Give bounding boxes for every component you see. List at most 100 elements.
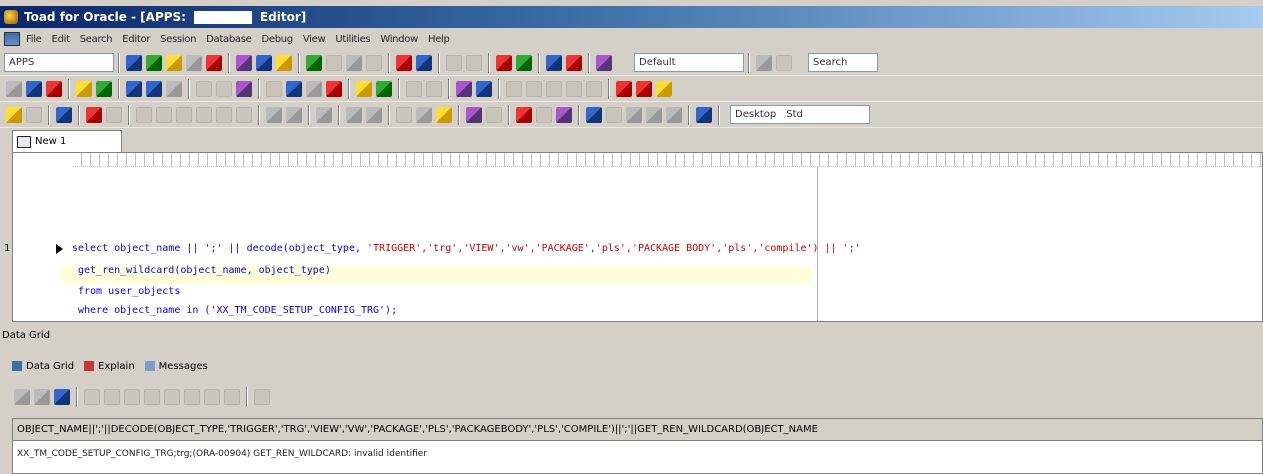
menu-debug[interactable]: Debug — [261, 34, 293, 45]
connection-combo[interactable]: APPS — [4, 53, 114, 72]
desktop-icon[interactable] — [696, 106, 712, 123]
menu-database[interactable]: Database — [206, 34, 252, 45]
sync-icon[interactable] — [376, 80, 392, 97]
comment-icon[interactable] — [646, 106, 662, 123]
search-combo[interactable]: Search — [808, 53, 878, 72]
menu-edit[interactable]: Edit — [52, 34, 70, 45]
result-grid[interactable]: OBJECT_NAME||';'||DECODE(OBJECT_TYPE,'TR… — [12, 418, 1263, 474]
session-browser-icon[interactable] — [186, 54, 202, 71]
dbms-output-icon[interactable] — [316, 106, 332, 123]
disabled-icon — [486, 106, 502, 123]
run-script-icon[interactable] — [496, 54, 512, 71]
grid-settings-icon[interactable] — [54, 389, 70, 405]
sql-editor-icon[interactable] — [146, 54, 162, 71]
sql-editor[interactable] — [12, 152, 1263, 322]
commit-icon[interactable] — [206, 54, 222, 71]
disabled-icon — [196, 80, 212, 97]
evaluate-icon[interactable] — [286, 106, 302, 123]
grid-nav-prev-icon[interactable] — [34, 389, 50, 405]
tab-data-grid[interactable]: Data Grid — [12, 361, 74, 372]
window-title-bar[interactable]: Toad for Oracle - [APPS: Editor] — [0, 6, 1263, 28]
toolbar-row-1: APPS Default Search — [0, 50, 1263, 76]
uncomment-icon[interactable] — [666, 106, 682, 123]
undo-icon[interactable] — [46, 80, 62, 97]
forward-icon[interactable] — [566, 54, 582, 71]
code-line-2[interactable]: get_ren_wildcard(object_name, object_typ… — [78, 262, 331, 280]
toolbar-row-2 — [0, 76, 1263, 102]
flag-icon[interactable] — [516, 106, 532, 123]
rollback-icon[interactable] — [396, 54, 412, 71]
disabled-icon — [84, 389, 100, 405]
step-icon[interactable] — [56, 106, 72, 123]
schema-browser-icon[interactable] — [126, 54, 142, 71]
open-file-icon[interactable] — [76, 80, 92, 97]
separator — [388, 52, 390, 73]
case-icon[interactable] — [626, 106, 642, 123]
table-row[interactable]: XX_TM_CODE_SETUP_CONFIG_TRG;trg;(ORA-009… — [13, 445, 1262, 463]
trace-icon[interactable] — [346, 106, 362, 123]
menu-search[interactable]: Search — [80, 34, 113, 45]
sql-icon[interactable] — [456, 80, 472, 97]
code-line-4[interactable]: where object_name in ('XX_TM_CODE_SETUP_… — [78, 302, 397, 320]
indent-icon[interactable] — [416, 106, 432, 123]
cancel-icon[interactable] — [636, 80, 652, 97]
code-line-3[interactable]: from user_objects — [78, 283, 180, 301]
menu-help[interactable]: Help — [428, 34, 450, 45]
menu-editor[interactable]: Editor — [122, 34, 150, 45]
window-icon[interactable] — [476, 80, 492, 97]
menu-view[interactable]: View — [303, 34, 326, 45]
tab-messages[interactable]: Messages — [144, 361, 208, 372]
menu-session[interactable]: Session — [160, 34, 196, 45]
load-icon[interactable] — [96, 80, 112, 97]
grid-column-header[interactable]: OBJECT_NAME||';'||DECODE(OBJECT_TYPE,'TR… — [13, 419, 1262, 441]
code-line-1[interactable]: select object_name || ';' || decode(obje… — [72, 240, 861, 258]
document-icon[interactable] — [4, 32, 20, 46]
menu-utilities[interactable]: Utilities — [335, 34, 370, 45]
debug-icon[interactable] — [326, 80, 342, 97]
refresh-icon[interactable] — [586, 106, 602, 123]
grid-nav-first-icon[interactable] — [14, 389, 30, 405]
grid-icon — [12, 361, 22, 371]
clear-icon[interactable] — [166, 80, 182, 97]
desktop-combo[interactable]: Desktop Std — [730, 105, 870, 124]
run-statement-icon[interactable] — [516, 54, 532, 71]
open-icon[interactable] — [26, 80, 42, 97]
tools-icon[interactable] — [276, 54, 292, 71]
tab-new-1[interactable]: New 1 — [12, 130, 122, 152]
back-icon[interactable] — [546, 54, 562, 71]
connection-combo-value: APPS — [9, 57, 35, 68]
save-as-icon[interactable] — [146, 80, 162, 97]
print-icon[interactable] — [346, 54, 362, 71]
menu-window[interactable]: Window — [380, 34, 418, 45]
disabled-icon — [216, 80, 232, 97]
separator — [68, 78, 70, 99]
help-icon[interactable] — [596, 54, 612, 71]
new-icon[interactable] — [6, 80, 22, 97]
bookmark-icon[interactable] — [656, 80, 672, 97]
profiler-icon[interactable] — [366, 106, 382, 123]
layout-combo[interactable]: Default — [634, 53, 744, 72]
table-icon[interactable] — [256, 54, 272, 71]
compare-icon[interactable] — [356, 80, 372, 97]
stop-icon[interactable] — [616, 80, 632, 97]
reconnect-icon[interactable] — [416, 54, 432, 71]
separator — [608, 78, 610, 99]
execute-icon[interactable] — [6, 106, 22, 123]
configure-icon[interactable] — [756, 54, 772, 71]
tab-explain[interactable]: Explain — [84, 361, 135, 372]
procedure-editor-icon[interactable] — [166, 54, 182, 71]
export-icon[interactable] — [306, 54, 322, 71]
format-icon[interactable] — [236, 80, 252, 97]
menu-file[interactable]: File — [26, 34, 42, 45]
grid-icon[interactable] — [286, 80, 302, 97]
watch-icon[interactable] — [266, 106, 282, 123]
disabled-icon — [184, 389, 200, 405]
code-insight-icon[interactable] — [466, 106, 482, 123]
describe-icon[interactable] — [306, 80, 322, 97]
save-icon[interactable] — [126, 80, 142, 97]
folder-icon[interactable] — [436, 106, 452, 123]
breakpoint-icon[interactable] — [86, 106, 102, 123]
explain-plan-icon[interactable] — [236, 54, 252, 71]
desktop-combo-label: Desktop — [735, 109, 777, 120]
people-icon[interactable] — [556, 106, 572, 123]
